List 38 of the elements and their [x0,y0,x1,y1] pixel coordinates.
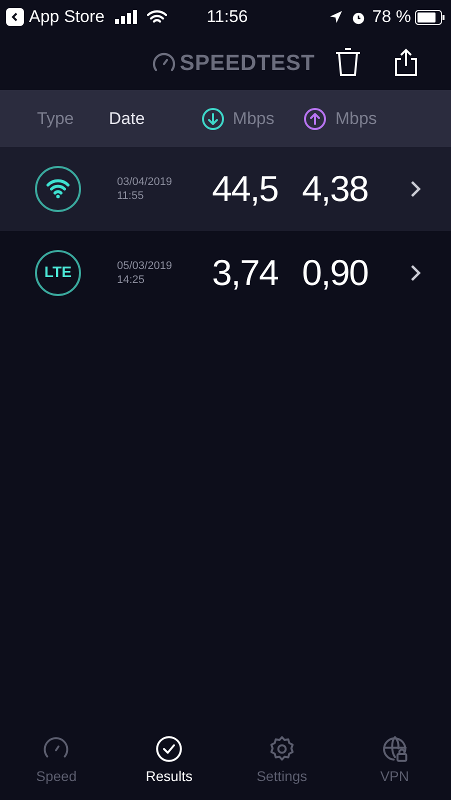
result-row[interactable]: 03/04/2019 11:55 44,5 4,38 [0,147,451,231]
download-speed: 3,74 [212,251,280,295]
chevron-right-icon [410,264,422,282]
check-circle-icon [154,734,184,764]
gauge-logo-icon [152,51,176,73]
tab-bar-item[interactable]: Settings [226,734,338,800]
wifi-status-icon [146,10,167,24]
share-icon [395,48,417,76]
tab-bar-item[interactable]: Results [112,734,226,800]
upload-speed: 0,90 [302,251,370,295]
share-button[interactable] [395,48,417,76]
battery-percent: 78 % [372,6,411,28]
result-date: 03/04/2019 [117,175,174,189]
chevron-right-icon [410,180,422,198]
tab-bar-item[interactable]: VPN [338,734,451,800]
upload-icon [303,106,328,130]
delete-button[interactable] [335,47,361,77]
column-header[interactable]: Type [37,106,74,132]
result-time: 14:25 [117,273,146,287]
column-header[interactable]: Date [108,106,145,132]
result-time: 11:55 [117,189,145,203]
wifi-icon [34,165,82,213]
clock-time: 11:56 [206,6,248,28]
column-header[interactable]: Mbps [200,106,274,132]
signal-icon [114,10,139,24]
download-speed: 44,5 [212,167,280,211]
trash-icon [335,47,361,77]
lte-badge: LTE [35,250,81,296]
download-icon [200,106,225,130]
battery-icon [415,10,445,24]
location-icon [329,10,344,24]
back-link[interactable]: App Store [29,4,105,30]
tab-bar-item[interactable]: Speed [0,734,113,800]
back-icon[interactable] [6,8,24,26]
speedtest-logo: SPEEDTEST [180,48,315,76]
result-date: 05/03/2019 [117,259,174,273]
upload-speed: 4,38 [302,167,370,211]
column-header[interactable]: Mbps [303,106,377,132]
